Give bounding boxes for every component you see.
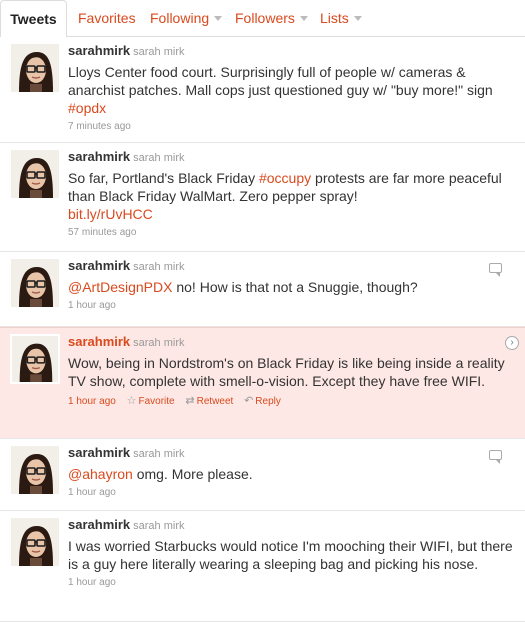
- profile-tabs: Tweets Favorites Following Followers Lis…: [0, 0, 525, 38]
- tweet-meta: 1 hour ago: [68, 300, 513, 311]
- tweet-username[interactable]: sarahmirk: [68, 149, 130, 164]
- chevron-down-icon: [299, 15, 308, 21]
- tweet-meta: 7 minutes ago: [68, 121, 513, 132]
- tab-tweets[interactable]: Tweets: [0, 0, 67, 38]
- tweet-fullname: sarah mirk: [133, 261, 185, 273]
- tweet-timestamp[interactable]: 1 hour ago: [68, 487, 116, 498]
- tweet-username[interactable]: sarahmirk: [68, 445, 130, 460]
- tweet-item[interactable]: sarahmirk sarah mirk Lloys Center food co…: [0, 37, 525, 143]
- tweet-content: sarahmirk sarah mirk So far, Portland's B…: [68, 149, 513, 238]
- avatar[interactable]: [10, 334, 60, 384]
- avatar-portrait: [11, 150, 59, 198]
- tweet-item[interactable]: sarahmirk sarah mirk I was worried Starbu…: [0, 511, 525, 622]
- avatar-portrait: [11, 518, 59, 566]
- retweet-icon: ⇄: [185, 395, 195, 407]
- tweet-content: sarahmirk sarah mirk @ahayron omg. More p…: [68, 445, 513, 498]
- tweet-fullname: sarah mirk: [133, 152, 185, 164]
- star-icon: ☆: [126, 395, 137, 407]
- reply-label: Reply: [255, 396, 281, 407]
- chevron-down-icon: [353, 15, 362, 21]
- mention-link[interactable]: @ArtDesignPDX: [68, 279, 172, 295]
- tweet-content: sarahmirk sarah mirk Lloys Center food co…: [68, 43, 513, 132]
- retweet-label: Retweet: [196, 396, 234, 407]
- tab-lists-label: Lists: [320, 10, 349, 26]
- tweet-timestamp[interactable]: 1 hour ago: [68, 396, 116, 407]
- tweet-timestamp[interactable]: 1 hour ago: [68, 577, 116, 588]
- hashtag-link[interactable]: #occupy: [259, 170, 311, 186]
- tweet-text: Lloys Center food court. Surprisingly fu…: [68, 63, 513, 117]
- tweet-text-part: omg. More please.: [132, 466, 253, 482]
- tweet-content: sarahmirk sarah mirk @ArtDesignPDX no! Ho…: [68, 258, 513, 311]
- avatar[interactable]: [11, 518, 59, 566]
- tweet-header: sarahmirk sarah mirk: [68, 334, 513, 351]
- tweet-timestamp[interactable]: 7 minutes ago: [68, 121, 131, 132]
- tweet-timestamp[interactable]: 1 hour ago: [68, 300, 116, 311]
- avatar[interactable]: [11, 259, 59, 307]
- tweet-text: @ArtDesignPDX no! How is that not a Snug…: [68, 278, 513, 296]
- tweet-text: I was worried Starbucks would notice I'm…: [68, 537, 513, 573]
- tab-followers[interactable]: Followers: [235, 0, 308, 37]
- reply-button[interactable]: ↶ Reply: [244, 395, 281, 407]
- tweet-header: sarahmirk sarah mirk: [68, 258, 513, 275]
- tweet-item[interactable]: sarahmirk sarah mirk So far, Portland's B…: [0, 143, 525, 252]
- tweet-text: So far, Portland's Black Friday #occupy …: [68, 169, 513, 223]
- hashtag-link[interactable]: #opdx: [68, 100, 106, 116]
- tweet-header: sarahmirk sarah mirk: [68, 149, 513, 166]
- tweet-meta: 1 hour ago ☆ Favorite ⇄ Retweet ↶ Reply: [68, 394, 513, 407]
- avatar-portrait: [12, 336, 58, 382]
- tweet-text-part: I was worried Starbucks would notice I'm…: [68, 538, 513, 572]
- tweet-item[interactable]: sarahmirk sarah mirk @ahayron omg. More p…: [0, 439, 525, 511]
- tab-following-label: Following: [150, 10, 210, 26]
- reply-arrow-icon: ↶: [244, 395, 254, 407]
- tweet-header: sarahmirk sarah mirk: [68, 517, 513, 534]
- tweet-text-part: Lloys Center food court. Surprisingly fu…: [68, 64, 493, 98]
- retweet-button[interactable]: ⇄ Retweet: [185, 395, 234, 407]
- tweet-text-part: Wow, being in Nordstrom's on Black Frida…: [68, 355, 505, 389]
- avatar-portrait: [11, 446, 59, 494]
- tab-following[interactable]: Following: [150, 0, 223, 37]
- mention-link[interactable]: @ahayron: [68, 466, 133, 482]
- avatar-portrait: [11, 44, 59, 92]
- favorite-button[interactable]: ☆ Favorite: [126, 395, 175, 407]
- tweet-item[interactable]: › sarahmirk sarah mirk Wow, being in Nord…: [0, 327, 525, 439]
- avatar[interactable]: [11, 446, 59, 494]
- tweet-username[interactable]: sarahmirk: [68, 334, 130, 349]
- tab-favorites-label: Favorites: [78, 10, 136, 26]
- tweet-header: sarahmirk sarah mirk: [68, 445, 513, 462]
- tweet-meta: 1 hour ago: [68, 577, 513, 588]
- tweet-content: sarahmirk sarah mirk I was worried Starbu…: [68, 517, 513, 588]
- chevron-down-icon: [214, 15, 223, 21]
- tweet-content: sarahmirk sarah mirk Wow, being in Nordst…: [68, 334, 513, 407]
- tweet-text-part: So far, Portland's Black Friday: [68, 170, 259, 186]
- tab-lists[interactable]: Lists: [320, 0, 362, 37]
- tweet-item[interactable]: sarahmirk sarah mirk @ArtDesignPDX no! Ho…: [0, 252, 525, 327]
- tweet-header: sarahmirk sarah mirk: [68, 43, 513, 60]
- tweet-username[interactable]: sarahmirk: [68, 517, 130, 532]
- tweet-timestamp[interactable]: 57 minutes ago: [68, 227, 136, 238]
- favorite-label: Favorite: [138, 396, 175, 407]
- tweet-username[interactable]: sarahmirk: [68, 43, 130, 58]
- tweet-text: @ahayron omg. More please.: [68, 465, 513, 483]
- avatar[interactable]: [11, 150, 59, 198]
- tweet-fullname: sarah mirk: [133, 46, 185, 58]
- tweet-meta: 57 minutes ago: [68, 227, 513, 238]
- tweet-fullname: sarah mirk: [133, 520, 185, 532]
- tweet-fullname: sarah mirk: [133, 337, 185, 349]
- tweet-username[interactable]: sarahmirk: [68, 258, 130, 273]
- tweet-meta: 1 hour ago: [68, 487, 513, 498]
- tweet-text-part: no! How is that not a Snuggie, though?: [172, 279, 418, 295]
- avatar-portrait: [11, 259, 59, 307]
- url-link[interactable]: bit.ly/rUvHCC: [68, 206, 153, 222]
- tab-favorites[interactable]: Favorites: [78, 0, 136, 37]
- avatar[interactable]: [11, 44, 59, 92]
- tab-followers-label: Followers: [235, 10, 295, 26]
- tweet-text: Wow, being in Nordstrom's on Black Frida…: [68, 354, 513, 390]
- tweet-fullname: sarah mirk: [133, 448, 185, 460]
